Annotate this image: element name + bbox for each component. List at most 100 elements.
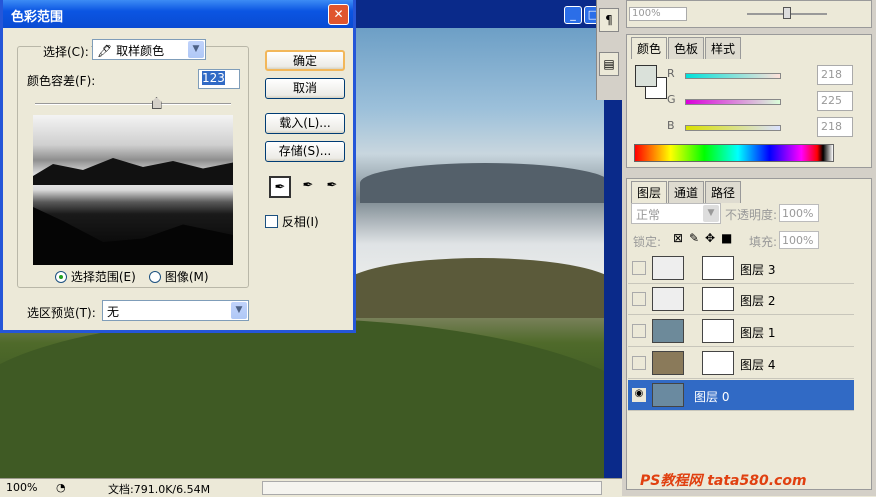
blue-slider-row: B 218 xyxy=(667,117,857,139)
close-button[interactable]: ✕ xyxy=(328,4,349,25)
color-range-dialog: 色彩范围 ✕ 选择(C): 🖋 取样颜色 ▼ 颜色容差(F): 123 选择范围… xyxy=(0,0,356,333)
select-value: 取样颜色 xyxy=(116,44,165,58)
layer-row-selected[interactable]: ◉ 图层 0 xyxy=(628,380,854,411)
layer-name: 图层 1 xyxy=(740,326,776,340)
layer-row[interactable]: 图层 1 xyxy=(628,316,854,347)
r-value[interactable]: 218 xyxy=(817,65,853,85)
tab-color[interactable]: 颜色 xyxy=(631,37,668,59)
radio-image-label: 图像(M) xyxy=(164,270,209,284)
red-slider[interactable] xyxy=(685,73,781,79)
navigator-slider-thumb[interactable] xyxy=(783,7,791,19)
radio-selection-label: 选择范围(E) xyxy=(70,270,136,284)
visibility-toggle[interactable] xyxy=(632,261,646,275)
layer-thumbnail xyxy=(652,319,684,343)
radio-image[interactable]: 图像(M) xyxy=(149,268,209,285)
preview-label: 选区预览(T): xyxy=(27,306,96,320)
green-slider-row: G 225 xyxy=(667,91,857,113)
color-spectrum[interactable] xyxy=(634,144,834,162)
tab-channels[interactable]: 通道 xyxy=(668,181,705,203)
invert-checkbox-box xyxy=(265,215,278,228)
radio-selection-indicator xyxy=(55,271,67,283)
layer-name: 图层 3 xyxy=(740,263,776,277)
layers-bottom-toolbar: PS教程网 tata580.com xyxy=(640,470,807,490)
lock-brush-icon[interactable]: ✎ xyxy=(689,231,699,245)
status-info-icon[interactable]: ◔ xyxy=(56,481,66,494)
b-value[interactable]: 218 xyxy=(817,117,853,137)
selection-preview xyxy=(33,115,233,265)
layer-row[interactable]: 图层 4 xyxy=(628,348,854,379)
radio-selection[interactable]: 选择范围(E) xyxy=(55,268,136,285)
dialog-title: 色彩范围 xyxy=(3,0,353,28)
subtract-eyedropper-icon[interactable]: ✒ xyxy=(321,176,343,198)
opacity-input[interactable]: 100% xyxy=(779,204,819,222)
layer-name: 图层 2 xyxy=(740,294,776,308)
navigator-zoom[interactable]: 100% xyxy=(629,7,687,21)
opacity-label: 不透明度: xyxy=(725,208,778,222)
lock-all-icon[interactable]: ■ xyxy=(721,231,732,245)
invert-checkbox[interactable]: 反相(I) xyxy=(265,213,319,230)
eyedropper-icon[interactable]: ✒ xyxy=(269,176,291,198)
visibility-toggle[interactable] xyxy=(632,356,646,370)
eye-icon[interactable]: ◉ xyxy=(632,388,646,402)
ok-button[interactable]: 确定 xyxy=(265,50,345,71)
radio-image-indicator xyxy=(149,271,161,283)
visibility-toggle[interactable] xyxy=(632,324,646,338)
g-value[interactable]: 225 xyxy=(817,91,853,111)
layer-row[interactable]: 图层 2 xyxy=(628,284,854,315)
layer-row[interactable]: 图层 3 xyxy=(628,253,854,284)
preview-dropdown[interactable]: 无 ▼ xyxy=(102,300,249,321)
layer-thumbnail xyxy=(652,287,684,311)
layer-thumbnail xyxy=(652,351,684,375)
layer-mask-thumbnail[interactable] xyxy=(702,256,734,280)
tab-layers[interactable]: 图层 xyxy=(631,181,668,203)
info-icon[interactable]: ▤ xyxy=(599,52,619,76)
load-button[interactable]: 载入(L)... xyxy=(265,113,345,134)
minimize-icon[interactable]: _ xyxy=(564,6,582,24)
cancel-button[interactable]: 取消 xyxy=(265,78,345,99)
fuzziness-label: 颜色容差(F): xyxy=(27,74,96,88)
invert-label: 反相(I) xyxy=(281,215,319,229)
green-slider[interactable] xyxy=(685,99,781,105)
lock-transparency-icon[interactable]: ⊠ xyxy=(673,231,683,245)
navigator-panel: 100% xyxy=(626,0,872,28)
visibility-toggle[interactable] xyxy=(632,292,646,306)
r-label: R xyxy=(667,67,675,80)
lock-move-icon[interactable]: ✥ xyxy=(705,231,715,245)
layer-thumbnail xyxy=(652,256,684,280)
layer-mask-thumbnail[interactable] xyxy=(702,319,734,343)
red-slider-row: R 218 xyxy=(667,65,857,87)
status-bar: 100% ◔ 文档:791.0K/6.54M xyxy=(0,478,622,496)
horizontal-scrollbar[interactable] xyxy=(262,481,602,495)
layer-thumbnail xyxy=(652,383,684,407)
chevron-down-icon: ▼ xyxy=(703,205,719,222)
blend-mode-dropdown[interactable]: 正常 ▼ xyxy=(631,203,721,224)
add-eyedropper-icon[interactable]: ✒ xyxy=(297,176,319,198)
layer-name: 图层 4 xyxy=(740,358,776,372)
chevron-down-icon: ▼ xyxy=(231,302,247,319)
select-label: 选择(C): xyxy=(41,43,91,60)
save-button[interactable]: 存储(S)... xyxy=(265,141,345,162)
document-size: 文档:791.0K/6.54M xyxy=(108,483,211,496)
layer-mask-thumbnail[interactable] xyxy=(702,351,734,375)
fuzziness-input[interactable]: 123 xyxy=(198,69,240,89)
paragraph-icon[interactable]: ¶ xyxy=(599,8,619,32)
chevron-down-icon: ▼ xyxy=(188,41,204,58)
preview-value: 无 xyxy=(107,305,120,319)
fuzziness-slider[interactable] xyxy=(35,103,231,105)
b-label: B xyxy=(667,119,675,132)
zoom-level[interactable]: 100% xyxy=(6,481,37,494)
layer-mask-thumbnail[interactable] xyxy=(702,287,734,311)
blend-mode-value: 正常 xyxy=(636,208,661,222)
layer-name: 图层 0 xyxy=(694,390,730,404)
fill-input[interactable]: 100% xyxy=(779,231,819,249)
watermark: PS教程网 tata580.com xyxy=(640,473,807,489)
foreground-swatch[interactable] xyxy=(635,65,657,87)
blue-slider[interactable] xyxy=(685,125,781,131)
tab-paths[interactable]: 路径 xyxy=(705,181,742,203)
lock-label: 锁定: xyxy=(633,235,662,249)
tab-swatches[interactable]: 色板 xyxy=(668,37,705,59)
g-label: G xyxy=(667,93,676,106)
select-dropdown[interactable]: 🖋 取样颜色 ▼ xyxy=(92,39,206,60)
tab-styles[interactable]: 样式 xyxy=(705,37,742,59)
eyedropper-icon: 🖋 xyxy=(97,44,113,58)
